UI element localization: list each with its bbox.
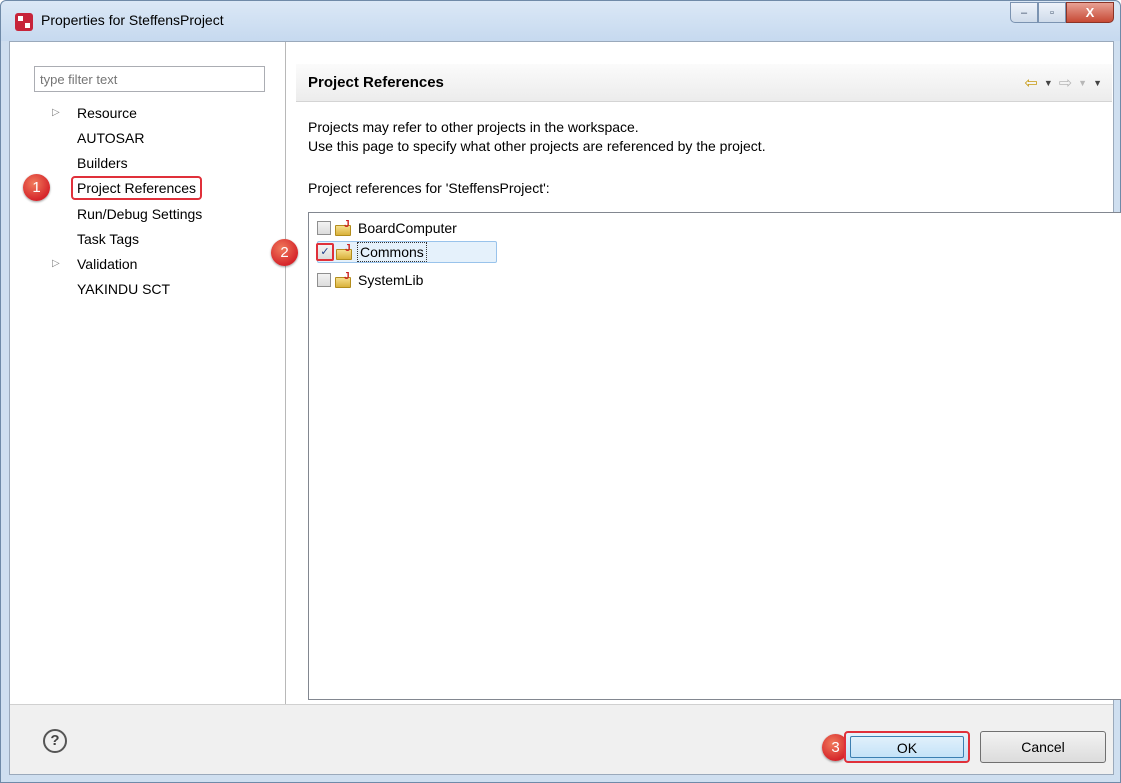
right-pane: Project References ⇦ ▼ ⇨ ▼ ▼ Projects ma… [271, 42, 1121, 704]
reference-name: SystemLib [358, 272, 424, 288]
references-label: Project references for 'SteffensProject'… [308, 180, 550, 196]
app-icon [15, 13, 33, 31]
tree-item-yakindu-sct[interactable]: YAKINDU SCT [73, 278, 174, 300]
page-description: Projects may refer to other projects in … [308, 118, 766, 156]
forward-dropdown-icon[interactable]: ▼ [1078, 73, 1087, 93]
ok-button[interactable]: OK [844, 731, 970, 763]
dialog-client-area: ▷ Resource AUTOSAR Builders Project Refe… [9, 41, 1121, 775]
reference-checkbox[interactable] [317, 221, 331, 235]
dialog-footer: ? 3 OK Cancel [10, 704, 1113, 774]
title-bar[interactable]: Properties for SteffensProject – ▫ X [1, 1, 1120, 41]
description-line: Use this page to specify what other proj… [308, 138, 766, 154]
project-folder-icon: J [335, 271, 353, 288]
ok-button-label: OK [850, 736, 964, 758]
back-dropdown-icon[interactable]: ▼ [1044, 73, 1053, 93]
window-controls: – ▫ X [1010, 2, 1114, 23]
tree-item-run-debug-settings[interactable]: Run/Debug Settings [73, 203, 206, 225]
forward-arrow-icon[interactable]: ⇨ [1059, 73, 1072, 93]
expand-arrow-icon[interactable]: ▷ [52, 102, 60, 124]
reference-checkbox[interactable] [317, 273, 331, 287]
minimize-button[interactable]: – [1010, 2, 1038, 23]
window-title: Properties for SteffensProject [41, 12, 224, 28]
expand-arrow-icon[interactable]: ▷ [52, 253, 60, 275]
project-folder-icon: J [335, 219, 353, 236]
list-item[interactable]: ✓ J Commons [316, 241, 497, 263]
page-title: Project References [308, 74, 444, 91]
tree-item-builders[interactable]: Builders [73, 152, 132, 174]
help-icon[interactable]: ? [43, 729, 67, 753]
tree-item-resource[interactable]: Resource [73, 102, 141, 124]
reference-name: BoardComputer [358, 220, 457, 236]
cancel-button[interactable]: Cancel [980, 731, 1106, 763]
reference-name: Commons [357, 242, 427, 262]
left-pane: ▷ Resource AUTOSAR Builders Project Refe… [22, 42, 286, 704]
description-line: Projects may refer to other projects in … [308, 119, 639, 135]
list-item[interactable]: J SystemLib [317, 269, 425, 291]
maximize-button[interactable]: ▫ [1038, 2, 1066, 23]
tree-item-project-references[interactable]: Project References [71, 176, 203, 200]
back-arrow-icon[interactable]: ⇦ [1024, 73, 1037, 93]
close-button[interactable]: X [1066, 2, 1114, 23]
project-folder-icon: J [336, 243, 354, 260]
step-marker-2: 2 [271, 239, 298, 266]
tree-item-validation[interactable]: Validation [73, 253, 141, 275]
reference-checkbox[interactable]: ✓ [316, 243, 334, 261]
tree-item-autosar[interactable]: AUTOSAR [73, 127, 148, 149]
view-menu-icon[interactable]: ▼ [1093, 73, 1102, 93]
tree-item-task-tags[interactable]: Task Tags [73, 228, 143, 250]
step-marker-1: 1 [23, 174, 50, 201]
history-nav: ⇦ ▼ ⇨ ▼ ▼ [1024, 73, 1102, 93]
filter-input[interactable] [34, 66, 265, 92]
list-item[interactable]: J BoardComputer [317, 217, 459, 239]
properties-dialog: Properties for SteffensProject – ▫ X ▷ R… [0, 0, 1121, 783]
references-list: J BoardComputer ✓ J Commons J SystemLib [308, 212, 1121, 700]
page-header: Project References ⇦ ▼ ⇨ ▼ ▼ [296, 64, 1112, 102]
